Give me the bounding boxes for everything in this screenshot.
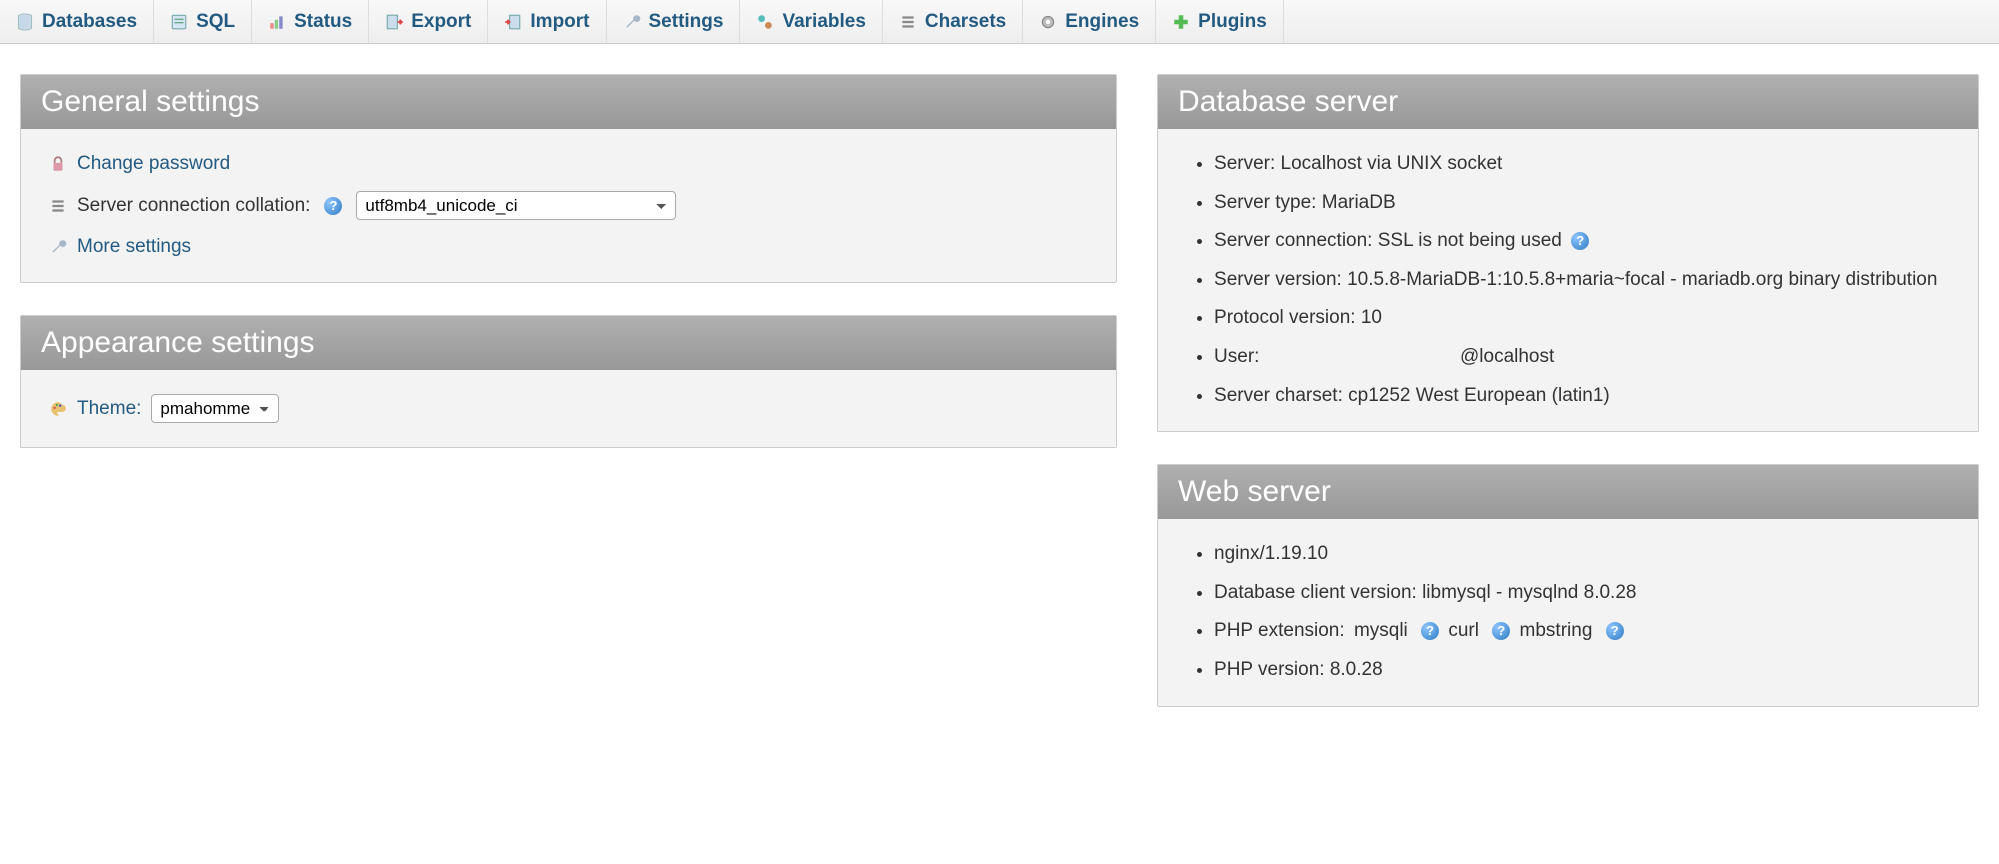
tab-settings[interactable]: Settings — [607, 0, 741, 43]
plugins-icon — [1172, 13, 1190, 31]
help-icon[interactable]: ? — [1421, 622, 1439, 640]
collation-select[interactable]: utf8mb4_unicode_ci — [356, 191, 676, 220]
theme-select[interactable]: pmahomme — [151, 394, 279, 423]
panel-body: Change password Server connection collat… — [21, 129, 1116, 282]
help-icon[interactable]: ? — [1606, 622, 1624, 640]
tab-label: Export — [411, 11, 471, 33]
wrench-icon — [623, 13, 641, 31]
tab-label: Databases — [42, 11, 137, 33]
list-item: Server type: MariaDB — [1214, 184, 1950, 223]
list-item: User: @localhost — [1214, 338, 1950, 377]
list-item: PHP version: 8.0.28 — [1214, 651, 1950, 690]
variables-icon — [756, 13, 774, 31]
change-password-link[interactable]: Change password — [77, 153, 230, 175]
tab-label: Engines — [1065, 11, 1139, 33]
change-password-row: Change password — [49, 145, 1088, 183]
more-settings-link[interactable]: More settings — [77, 236, 191, 258]
database-icon — [16, 13, 34, 31]
tab-label: Settings — [649, 11, 724, 33]
ext-mbstring: mbstring — [1520, 620, 1593, 641]
ext-curl: curl — [1448, 620, 1479, 641]
tab-variables[interactable]: Variables — [740, 0, 882, 43]
panel-title: Appearance settings — [21, 316, 1116, 370]
tab-label: Variables — [782, 11, 865, 33]
panel-title: Database server — [1158, 75, 1978, 129]
list-item: nginx/1.19.10 — [1214, 535, 1950, 574]
general-settings-panel: General settings Change password Server … — [20, 74, 1117, 283]
theme-label[interactable]: Theme: — [77, 398, 141, 420]
tab-label: Status — [294, 11, 352, 33]
tab-status[interactable]: Status — [252, 0, 369, 43]
sql-icon — [170, 13, 188, 31]
main-content: General settings Change password Server … — [0, 44, 1999, 769]
tab-label: Plugins — [1198, 11, 1267, 33]
webserver-list: nginx/1.19.10 Database client version: l… — [1186, 535, 1950, 689]
tab-label: Import — [530, 11, 589, 33]
tab-label: Charsets — [925, 11, 1006, 33]
tab-plugins[interactable]: Plugins — [1156, 0, 1284, 43]
list-item: PHP extension: mysqli ? curl ? mbstring … — [1214, 612, 1950, 651]
list-item: Server: Localhost via UNIX socket — [1214, 145, 1950, 184]
help-icon[interactable]: ? — [1492, 622, 1510, 640]
collation-label: Server connection collation: — [77, 195, 310, 217]
charsets-icon — [899, 13, 917, 31]
appearance-settings-panel: Appearance settings Theme: pmahomme — [20, 315, 1117, 448]
list-item: Server version: 10.5.8-MariaDB-1:10.5.8+… — [1214, 261, 1950, 300]
tab-engines[interactable]: Engines — [1023, 0, 1156, 43]
list-item: Server charset: cp1252 West European (la… — [1214, 377, 1950, 416]
list-item: Server connection: SSL is not being used… — [1214, 222, 1950, 261]
tab-charsets[interactable]: Charsets — [883, 0, 1023, 43]
ext-label: PHP extension: — [1214, 620, 1345, 641]
status-icon — [268, 13, 286, 31]
web-server-panel: Web server nginx/1.19.10 Database client… — [1157, 464, 1979, 706]
panel-body: Theme: pmahomme — [21, 370, 1116, 447]
panel-title: Web server — [1158, 465, 1978, 519]
user-label: User: — [1214, 346, 1259, 367]
help-icon[interactable]: ? — [1571, 232, 1589, 250]
dbserver-list: Server: Localhost via UNIX socket Server… — [1186, 145, 1950, 415]
wrench-icon — [49, 238, 67, 256]
panel-title: General settings — [21, 75, 1116, 129]
lock-icon — [49, 155, 67, 173]
palette-icon — [49, 400, 67, 418]
panel-body: nginx/1.19.10 Database client version: l… — [1158, 519, 1978, 705]
help-icon[interactable]: ? — [324, 197, 342, 215]
engines-icon — [1039, 13, 1057, 31]
export-icon — [385, 13, 403, 31]
top-tabs: Databases SQL Status Export Import Setti… — [0, 0, 1999, 44]
tab-export[interactable]: Export — [369, 0, 488, 43]
collation-row: Server connection collation: ? utf8mb4_u… — [49, 183, 1088, 228]
user-host: @localhost — [1460, 346, 1554, 367]
tab-label: SQL — [196, 11, 235, 33]
import-icon — [504, 13, 522, 31]
tab-import[interactable]: Import — [488, 0, 606, 43]
list-item: Database client version: libmysql - mysq… — [1214, 574, 1950, 613]
list-item: Protocol version: 10 — [1214, 299, 1950, 338]
connection-text: Server connection: SSL is not being used — [1214, 230, 1562, 251]
tab-databases[interactable]: Databases — [0, 0, 154, 43]
left-column: General settings Change password Server … — [20, 74, 1117, 739]
right-column: Database server Server: Localhost via UN… — [1157, 74, 1979, 739]
panel-body: Server: Localhost via UNIX socket Server… — [1158, 129, 1978, 431]
collation-icon — [49, 197, 67, 215]
tab-sql[interactable]: SQL — [154, 0, 252, 43]
theme-row: Theme: pmahomme — [49, 386, 1088, 431]
database-server-panel: Database server Server: Localhost via UN… — [1157, 74, 1979, 432]
ext-mysqli: mysqli — [1354, 620, 1408, 641]
more-settings-row: More settings — [49, 228, 1088, 266]
